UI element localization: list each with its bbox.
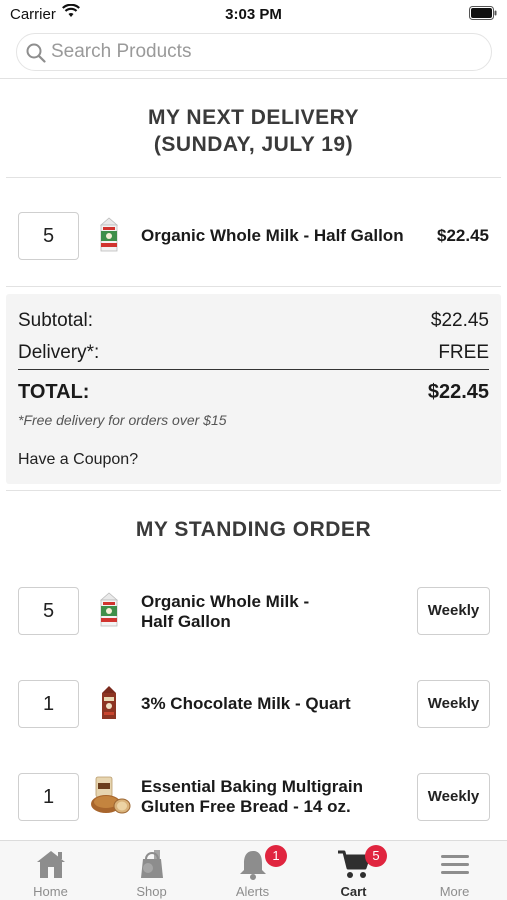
- product-name-line1[interactable]: Organic Whole Milk -: [141, 592, 309, 612]
- divider: [6, 177, 501, 178]
- order-totals-panel: Subtotal: $22.45 Delivery*: FREE TOTAL: …: [6, 294, 501, 484]
- tab-alerts[interactable]: 1 Alerts: [202, 841, 303, 900]
- clock: 3:03 PM: [225, 6, 282, 23]
- next-delivery-title: MY NEXT DELIVERY: [147, 106, 360, 129]
- quantity-field[interactable]: 1: [18, 773, 79, 821]
- tab-cart[interactable]: 5 Cart: [303, 841, 404, 900]
- shop-bag-icon: [141, 850, 163, 878]
- bread-loaf-image: [91, 776, 131, 814]
- frequency-button[interactable]: Weekly: [417, 587, 490, 635]
- search-bar[interactable]: [16, 33, 492, 71]
- chocolate-milk-carton-image: [102, 686, 116, 719]
- tab-label: Home: [33, 884, 68, 899]
- tab-label: Cart: [340, 884, 367, 899]
- frequency-button[interactable]: Weekly: [417, 680, 490, 728]
- milk-carton-image: [99, 217, 119, 252]
- tab-more[interactable]: More: [404, 841, 505, 900]
- divider: [6, 286, 501, 287]
- product-name-line2[interactable]: Gluten Free Bread - 14 oz.: [141, 797, 351, 817]
- product-price: $22.45: [437, 226, 489, 245]
- free-delivery-note: *Free delivery for orders over $15: [18, 412, 227, 428]
- quantity-field[interactable]: 5: [18, 212, 79, 260]
- frequency-button[interactable]: Weekly: [417, 773, 490, 821]
- divider: [6, 490, 501, 491]
- delivery-row: Delivery*: FREE: [18, 342, 489, 364]
- cart-badge: 5: [365, 845, 387, 867]
- next-delivery-date: (SUNDAY, JULY 19): [153, 133, 354, 156]
- delivery-value: FREE: [438, 342, 489, 363]
- status-bar: Carrier 3:03 PM: [0, 0, 507, 28]
- quantity-field[interactable]: 1: [18, 680, 79, 728]
- coupon-link[interactable]: Have a Coupon?: [18, 451, 138, 469]
- tab-label: More: [439, 884, 470, 899]
- total-row: TOTAL: $22.45: [18, 381, 489, 404]
- total-value: $22.45: [427, 381, 489, 403]
- product-name-line2[interactable]: Half Gallon: [141, 612, 231, 632]
- tab-bar: Home Shop 1 Alerts 5 Cart More: [0, 840, 507, 900]
- menu-icon: [441, 855, 469, 874]
- header-divider: [0, 78, 507, 79]
- subtotal-label: Subtotal:: [18, 310, 93, 331]
- product-name-line1[interactable]: 3% Chocolate Milk - Quart: [141, 694, 351, 714]
- tab-label: Shop: [136, 884, 167, 899]
- product-name-line1[interactable]: Essential Baking Multigrain: [141, 777, 363, 797]
- subtotal-row: Subtotal: $22.45: [18, 310, 489, 332]
- tab-label: Alerts: [235, 884, 270, 899]
- search-icon: [26, 43, 46, 63]
- milk-carton-image: [99, 592, 119, 627]
- standing-order-title: MY STANDING ORDER: [135, 518, 372, 541]
- delivery-label: Delivery*:: [18, 342, 100, 363]
- alerts-badge: 1: [265, 845, 287, 867]
- tab-shop[interactable]: Shop: [101, 841, 202, 900]
- battery-icon: [469, 6, 497, 20]
- quantity-field[interactable]: 5: [18, 587, 79, 635]
- home-icon: [37, 851, 65, 878]
- total-label: TOTAL:: [18, 381, 90, 403]
- search-input[interactable]: [51, 36, 481, 68]
- totals-divider: [18, 369, 489, 370]
- tab-home[interactable]: Home: [0, 841, 101, 900]
- product-name[interactable]: Organic Whole Milk - Half Gallon: [141, 226, 404, 246]
- subtotal-value: $22.45: [430, 310, 489, 331]
